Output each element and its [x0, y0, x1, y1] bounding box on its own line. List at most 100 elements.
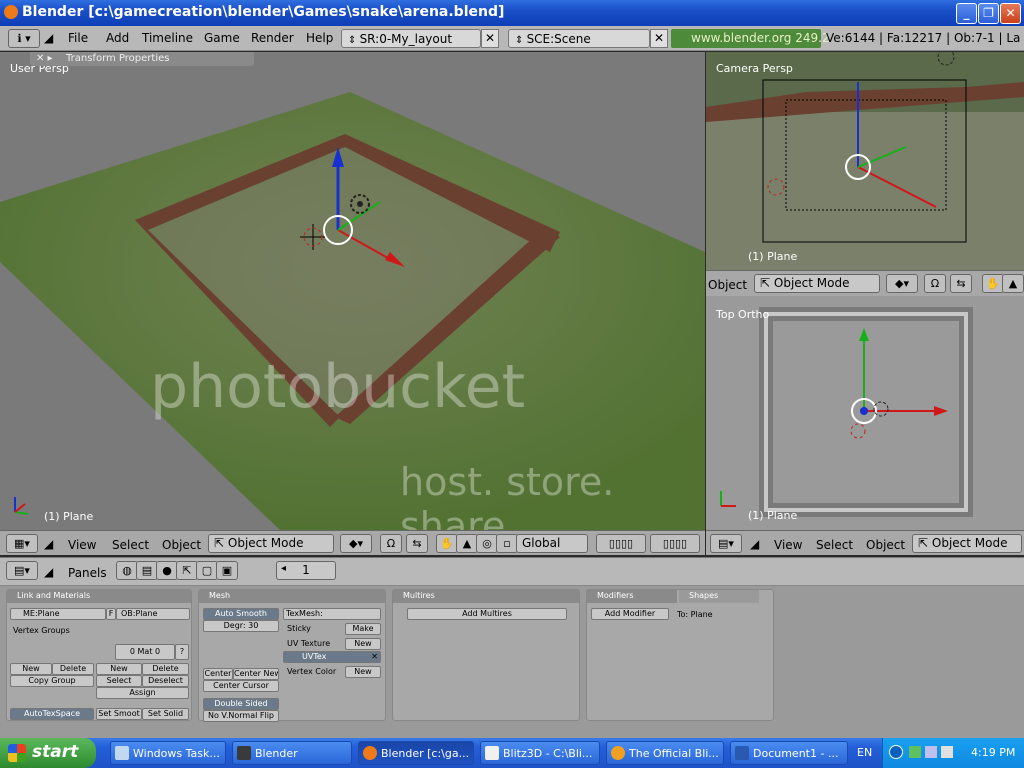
menu-add[interactable]: Add — [106, 31, 129, 45]
uv-new-button[interactable]: New — [345, 638, 381, 650]
autotexspace-toggle[interactable]: AutoTexSpace — [10, 708, 94, 720]
orientation-select[interactable]: Global — [516, 534, 588, 553]
menu-game[interactable]: Game — [204, 31, 240, 45]
add-modifier-button[interactable]: Add Modifier — [591, 608, 669, 620]
material-assign-button[interactable]: Assign — [96, 687, 189, 699]
collapse-menu-icon[interactable]: ◢ — [44, 31, 53, 45]
task-blitz3d[interactable]: Blitz3D - C:\Bli... — [480, 741, 600, 765]
double-sided-toggle[interactable]: Double Sided — [203, 698, 279, 710]
transform-properties-tab[interactable]: ✕ ▸ Transform Properties — [30, 52, 254, 66]
center-cursor-button[interactable]: Center Cursor — [203, 680, 279, 692]
panels-menu[interactable]: Panels — [68, 566, 107, 580]
blender-version-link[interactable]: www.blender.org 249.2 — [671, 29, 830, 48]
material-select-button[interactable]: Select — [96, 675, 142, 687]
collapse-icon[interactable]: ◢ — [44, 565, 53, 579]
uvtex-delete-icon[interactable]: ✕ — [371, 652, 378, 662]
clock[interactable]: 4:19 PM — [971, 746, 1015, 759]
language-indicator[interactable]: EN — [857, 746, 872, 759]
collapse-icon[interactable]: ◢ — [44, 537, 53, 551]
translate-icon[interactable]: ▲ — [1002, 274, 1024, 293]
sticky-make-button[interactable]: Make — [345, 623, 381, 635]
editor-type-icon[interactable]: ▤▾ — [6, 561, 38, 580]
manipulator-icon[interactable]: ⇆ — [406, 534, 428, 553]
pivot-icon[interactable]: Ω — [924, 274, 946, 293]
degree-field[interactable]: Degr: 30 — [203, 620, 279, 632]
menu-file[interactable]: File — [68, 31, 88, 45]
center-new-button[interactable]: Center New — [233, 668, 279, 680]
menu-select[interactable]: Select — [112, 538, 149, 552]
copy-group-button[interactable]: Copy Group — [10, 675, 94, 687]
editor-type-icon[interactable]: ▦▾ — [6, 534, 38, 553]
logic-context-icon[interactable]: ◍ — [116, 561, 138, 580]
mode-select[interactable]: ⇱ Object Mode — [208, 534, 334, 553]
scene-context-icon[interactable]: ▣ — [216, 561, 238, 580]
menu-view[interactable]: View — [774, 538, 802, 552]
shading-context-icon[interactable]: ● — [156, 561, 178, 580]
start-button[interactable]: start — [0, 738, 96, 768]
manipulator-icon[interactable]: ⇆ — [950, 274, 972, 293]
network-icon[interactable] — [909, 746, 921, 758]
task-document1[interactable]: Document1 - ... — [730, 741, 848, 765]
menu-object[interactable]: Object — [708, 278, 747, 292]
collapse-icon[interactable]: ◢ — [750, 537, 759, 551]
menu-object[interactable]: Object — [162, 538, 201, 552]
uvtex-layer[interactable]: UVTex ✕ — [283, 651, 381, 663]
menu-select[interactable]: Select — [816, 538, 853, 552]
info-window-type-icon[interactable]: ℹ ▾ — [8, 29, 40, 48]
fake-user-button[interactable]: F — [106, 608, 116, 620]
editor-type-icon[interactable]: ▤▾ — [710, 534, 742, 553]
layers-row2-icon[interactable]: ▯▯▯▯ — [650, 534, 700, 553]
collapse-tray-icon[interactable] — [889, 745, 903, 759]
object-name-field[interactable]: OB:Plane — [116, 608, 190, 620]
hand-icon[interactable]: ✋ — [436, 534, 458, 553]
material-index-field[interactable]: 0 Mat 0 — [115, 644, 175, 660]
translate-icon[interactable]: ▲ — [456, 534, 478, 553]
no-vnormal-flip-toggle[interactable]: No V.Normal Flip — [203, 710, 279, 722]
material-delete-button[interactable]: Delete — [142, 663, 189, 675]
main-3d-viewport[interactable]: User Persp ✕ ▸ Transform Properties (1) P… — [0, 52, 705, 530]
set-smooth-button[interactable]: Set Smoot — [96, 708, 142, 720]
editing-context-icon[interactable]: ▢ — [196, 561, 218, 580]
menu-timeline[interactable]: Timeline — [142, 31, 193, 45]
frame-field[interactable]: ◂ 1 — [276, 561, 336, 580]
draw-type-icon[interactable]: ◆▾ — [340, 534, 372, 553]
vcol-new-button[interactable]: New — [345, 666, 381, 678]
pivot-icon[interactable]: Ω — [380, 534, 402, 553]
display-icon[interactable] — [925, 746, 937, 758]
task-windows-task-manager[interactable]: Windows Task... — [110, 741, 226, 765]
task-blender[interactable]: Blender — [232, 741, 352, 765]
screen-layout-field[interactable]: ⇕ SR:0-My_layout — [341, 29, 481, 48]
camera-mode-select[interactable]: ⇱ Object Mode — [754, 274, 880, 293]
volume-icon[interactable] — [941, 746, 953, 758]
delete-scene-button[interactable]: ✕ — [650, 29, 668, 48]
center-button[interactable]: Center — [203, 668, 233, 680]
task-blender-arena[interactable]: Blender [c:\ga... — [358, 741, 474, 765]
material-deselect-button[interactable]: Deselect — [142, 675, 189, 687]
top-ortho-viewport[interactable]: Top Ortho (1) Plane — [706, 296, 1024, 530]
maximize-button[interactable]: ❐ — [978, 3, 999, 24]
vgroup-new-button[interactable]: New — [10, 663, 52, 675]
vgroup-delete-button[interactable]: Delete — [52, 663, 94, 675]
top-mode-select[interactable]: ⇱ Object Mode — [912, 534, 1022, 553]
menu-view[interactable]: View — [68, 538, 96, 552]
menu-help[interactable]: Help — [306, 31, 333, 45]
auto-smooth-toggle[interactable]: Auto Smooth — [203, 608, 279, 620]
menu-object[interactable]: Object — [866, 538, 905, 552]
close-button[interactable]: ✕ — [1000, 3, 1021, 24]
shapes-tab[interactable]: Shapes — [679, 590, 759, 603]
add-multires-button[interactable]: Add Multires — [407, 608, 567, 620]
scale-icon[interactable]: ▫ — [496, 534, 518, 553]
minimize-button[interactable]: _ — [956, 3, 977, 24]
object-context-icon[interactable]: ⇱ — [176, 561, 198, 580]
delete-screen-button[interactable]: ✕ — [481, 29, 499, 48]
script-context-icon[interactable]: ▤ — [136, 561, 158, 580]
set-solid-button[interactable]: Set Solid — [142, 708, 189, 720]
camera-viewport[interactable]: Camera Persp (1) Plane — [706, 52, 1024, 270]
layers-row1-icon[interactable]: ▯▯▯▯ — [596, 534, 646, 553]
material-new-button[interactable]: New — [96, 663, 142, 675]
draw-type-icon[interactable]: ◆▾ — [886, 274, 918, 293]
modifiers-tab[interactable]: Modifiers — [587, 590, 677, 603]
hand-icon[interactable]: ✋ — [982, 274, 1004, 293]
material-help-button[interactable]: ? — [175, 644, 189, 660]
scene-field[interactable]: ⇕ SCE:Scene — [508, 29, 650, 48]
